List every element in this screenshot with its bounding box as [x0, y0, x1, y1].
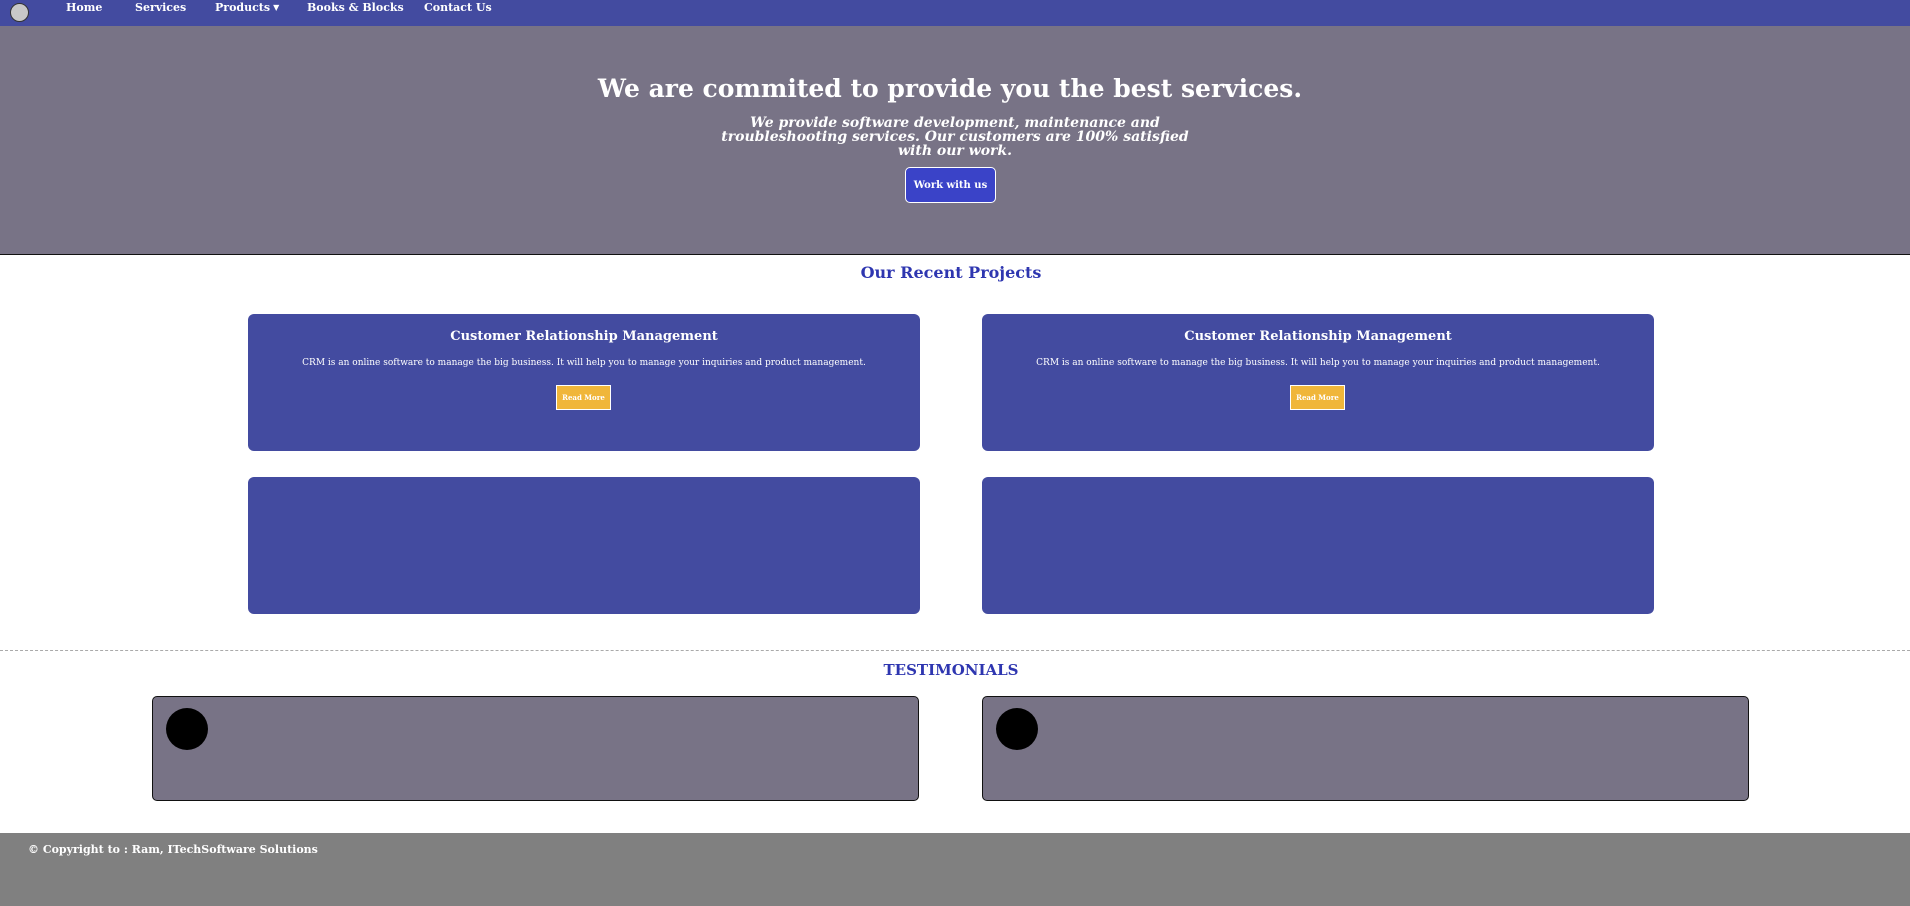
- nav-contact-us[interactable]: Contact Us: [424, 1, 492, 14]
- nav-products-label: Products: [215, 1, 271, 14]
- avatar: [996, 708, 1038, 750]
- copyright-text: © Copyright to : Ram, ITechSoftware Solu…: [28, 843, 318, 856]
- testimonials-heading: TESTIMONIALS: [883, 661, 1019, 679]
- avatar: [166, 708, 208, 750]
- nav-home[interactable]: Home: [66, 1, 102, 14]
- project-card-title: Customer Relationship Management: [1184, 329, 1452, 344]
- testimonial-card: [982, 696, 1749, 801]
- project-card: Customer Relationship Management CRM is …: [248, 314, 920, 451]
- logo-icon[interactable]: [10, 3, 29, 22]
- work-with-us-button[interactable]: Work with us: [905, 167, 996, 203]
- navbar: Home Services Products ▼ Books & Blocks C…: [0, 0, 1910, 26]
- hero-subtitle: We provide software development, mainten…: [721, 115, 1189, 159]
- caret-down-icon: ▼: [273, 2, 280, 12]
- project-card-text: CRM is an online software to manage the …: [302, 358, 866, 368]
- read-more-button[interactable]: Read More: [556, 385, 611, 410]
- nav-books-blocks[interactable]: Books & Blocks: [307, 1, 404, 14]
- testimonial-card: [152, 696, 919, 801]
- project-card: Customer Relationship Management CRM is …: [982, 314, 1654, 451]
- project-card-title: Customer Relationship Management: [450, 329, 718, 344]
- read-more-button[interactable]: Read More: [1290, 385, 1345, 410]
- section-divider: [0, 650, 1910, 651]
- nav-services[interactable]: Services: [135, 1, 186, 14]
- projects-heading: Our Recent Projects: [860, 263, 1042, 282]
- footer: © Copyright to : Ram, ITechSoftware Solu…: [0, 833, 1910, 906]
- hero-section: We are commited to provide you the best …: [0, 26, 1910, 255]
- nav-products[interactable]: Products ▼: [215, 1, 279, 14]
- project-card-text: CRM is an online software to manage the …: [1036, 358, 1600, 368]
- project-card-empty: [248, 477, 920, 614]
- project-card-empty: [982, 477, 1654, 614]
- hero-title: We are commited to provide you the best …: [597, 74, 1303, 103]
